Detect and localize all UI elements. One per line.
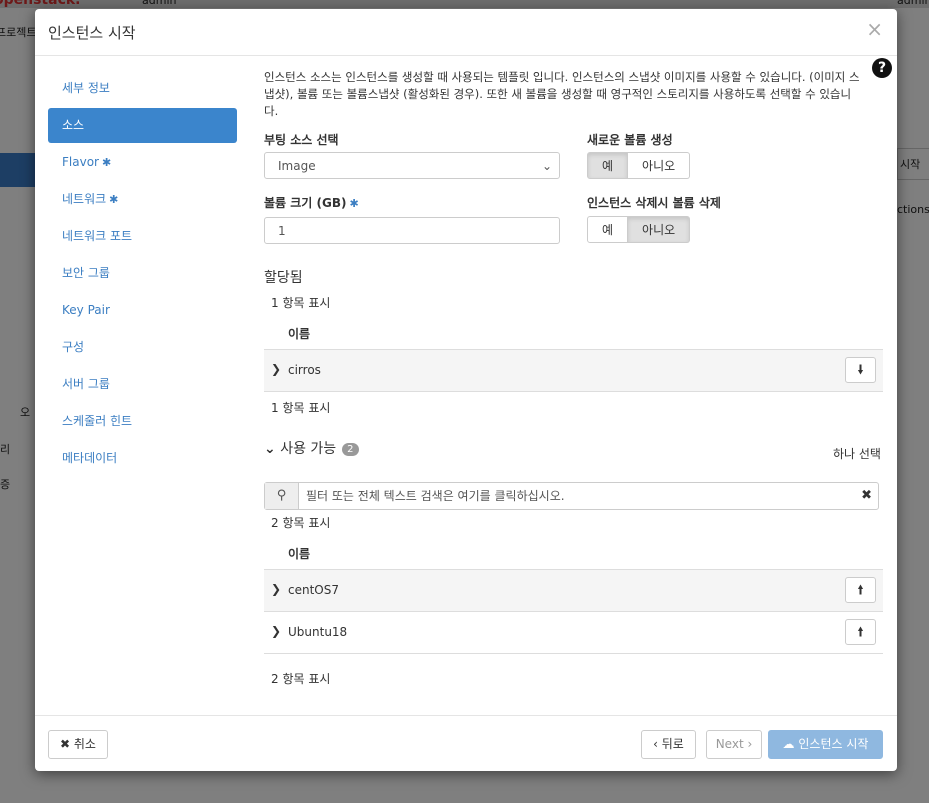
- sidebar-item-configuration[interactable]: 구성: [48, 330, 237, 365]
- chevron-down-icon: ⌄: [264, 441, 276, 457]
- launch-instance-button[interactable]: ☁ 인스턴스 시작: [768, 730, 883, 759]
- arrow-down-icon: 🠛: [857, 363, 864, 378]
- allocate-button[interactable]: 🠙: [845, 577, 876, 603]
- source-step-content: 인스턴스 소스는 인스턴스를 생성할 때 사용되는 템플릿 입니다. 인스턴스의…: [264, 69, 884, 686]
- chevron-down-icon: ⌄: [541, 159, 552, 173]
- expand-chevron-icon[interactable]: ❯: [271, 582, 281, 596]
- row-name: Ubuntu18: [288, 625, 348, 639]
- row-name: centOS7: [288, 583, 339, 597]
- launch-instance-modal: 인스턴스 시작 × ? 세부 정보 소스 Flavor ✱ 네트워크 ✱ 네트워크 …: [35, 9, 897, 771]
- close-icon: ✖: [60, 737, 71, 751]
- allocate-button[interactable]: 🠙: [845, 619, 876, 645]
- expand-chevron-icon[interactable]: ❯: [271, 624, 281, 638]
- clear-icon[interactable]: ✖: [861, 483, 872, 509]
- expand-chevron-icon[interactable]: ❯: [271, 362, 281, 376]
- boot-source-select[interactable]: Image ⌄: [264, 152, 560, 179]
- cloud-upload-icon: ☁: [782, 737, 795, 751]
- filter-input[interactable]: 필터 또는 전체 텍스트 검색은 여기를 클릭하십시오.: [306, 483, 565, 509]
- required-icon: ✱: [109, 193, 119, 206]
- arrow-up-icon: 🠙: [857, 625, 864, 640]
- delete-volume-toggle: 예 아니오: [587, 216, 691, 243]
- back-button[interactable]: ‹ 뒤로: [641, 730, 696, 759]
- sidebar-item-key-pair[interactable]: Key Pair: [48, 293, 237, 328]
- wizard-sidebar: 세부 정보 소스 Flavor ✱ 네트워크 ✱ 네트워크 포트 보안 그룹 Key…: [48, 71, 237, 478]
- cancel-button[interactable]: ✖ 취소: [48, 730, 108, 759]
- modal-title: 인스턴스 시작: [48, 24, 136, 42]
- available-count-bottom: 2 항목 표시: [271, 672, 331, 686]
- arrow-up-icon: 🠙: [857, 583, 864, 598]
- sidebar-item-source[interactable]: 소스: [48, 108, 237, 143]
- delete-volume-yes-button[interactable]: 예: [587, 216, 629, 243]
- sidebar-item-metadata[interactable]: 메타데이터: [48, 441, 237, 476]
- volume-size-label: 볼륨 크기 (GB) ✱: [264, 196, 359, 210]
- table-row: ❯ cirros 🠛: [264, 349, 883, 392]
- sidebar-item-network[interactable]: 네트워크 ✱: [48, 182, 237, 217]
- sidebar-item-flavor[interactable]: Flavor ✱: [48, 145, 237, 180]
- available-name-header: 이름: [288, 547, 311, 561]
- required-icon: ✱: [349, 197, 359, 210]
- modal-footer: ✖ 취소 ‹ 뒤로 Next › ☁ 인스턴스 시작: [35, 715, 897, 772]
- sidebar-item-security-groups[interactable]: 보안 그룹: [48, 256, 237, 291]
- new-volume-label: 새로운 볼륨 생성: [587, 133, 673, 147]
- delete-volume-no-button[interactable]: 아니오: [628, 216, 691, 243]
- delete-volume-label: 인스턴스 삭제시 볼륨 삭제: [587, 196, 721, 210]
- required-icon: ✱: [101, 156, 112, 169]
- filter-search: ⚲ 필터 또는 전체 텍스트 검색은 여기를 클릭하십시오. ✖: [264, 482, 879, 510]
- available-count-badge: 2: [342, 442, 359, 456]
- available-title[interactable]: ⌄ 사용 가능 2: [264, 438, 359, 458]
- search-icon: ⚲: [265, 483, 299, 509]
- deallocate-button[interactable]: 🠛: [845, 357, 876, 383]
- volume-size-input[interactable]: 1: [264, 217, 560, 244]
- new-volume-yes-button[interactable]: 예: [587, 152, 629, 179]
- modal-header: 인스턴스 시작 ×: [35, 9, 897, 56]
- row-name: cirros: [288, 363, 321, 377]
- new-volume-no-button[interactable]: 아니오: [628, 152, 691, 179]
- select-one-text: 하나 선택: [833, 447, 881, 461]
- table-row: ❯ centOS7 🠙: [264, 569, 883, 611]
- allocated-name-header: 이름: [288, 327, 311, 341]
- new-volume-toggle: 예 아니오: [587, 152, 691, 179]
- sidebar-item-network-ports[interactable]: 네트워크 포트: [48, 219, 237, 254]
- sidebar-item-scheduler-hints[interactable]: 스케줄러 힌트: [48, 404, 237, 439]
- sidebar-item-details[interactable]: 세부 정보: [48, 71, 237, 106]
- available-count: 2 항목 표시: [271, 516, 331, 530]
- source-description: 인스턴스 소스는 인스턴스를 생성할 때 사용되는 템플릿 입니다. 인스턴스의…: [264, 70, 860, 118]
- allocated-count: 1 항목 표시: [271, 296, 331, 310]
- allocated-title: 할당됨: [264, 270, 303, 286]
- allocated-count-bottom: 1 항목 표시: [271, 401, 331, 415]
- close-icon[interactable]: ×: [866, 19, 883, 39]
- next-button[interactable]: Next ›: [706, 730, 762, 759]
- sidebar-item-server-groups[interactable]: 서버 그룹: [48, 367, 237, 402]
- table-row: ❯ Ubuntu18 🠙: [264, 611, 883, 654]
- boot-source-label: 부팅 소스 선택: [264, 133, 339, 147]
